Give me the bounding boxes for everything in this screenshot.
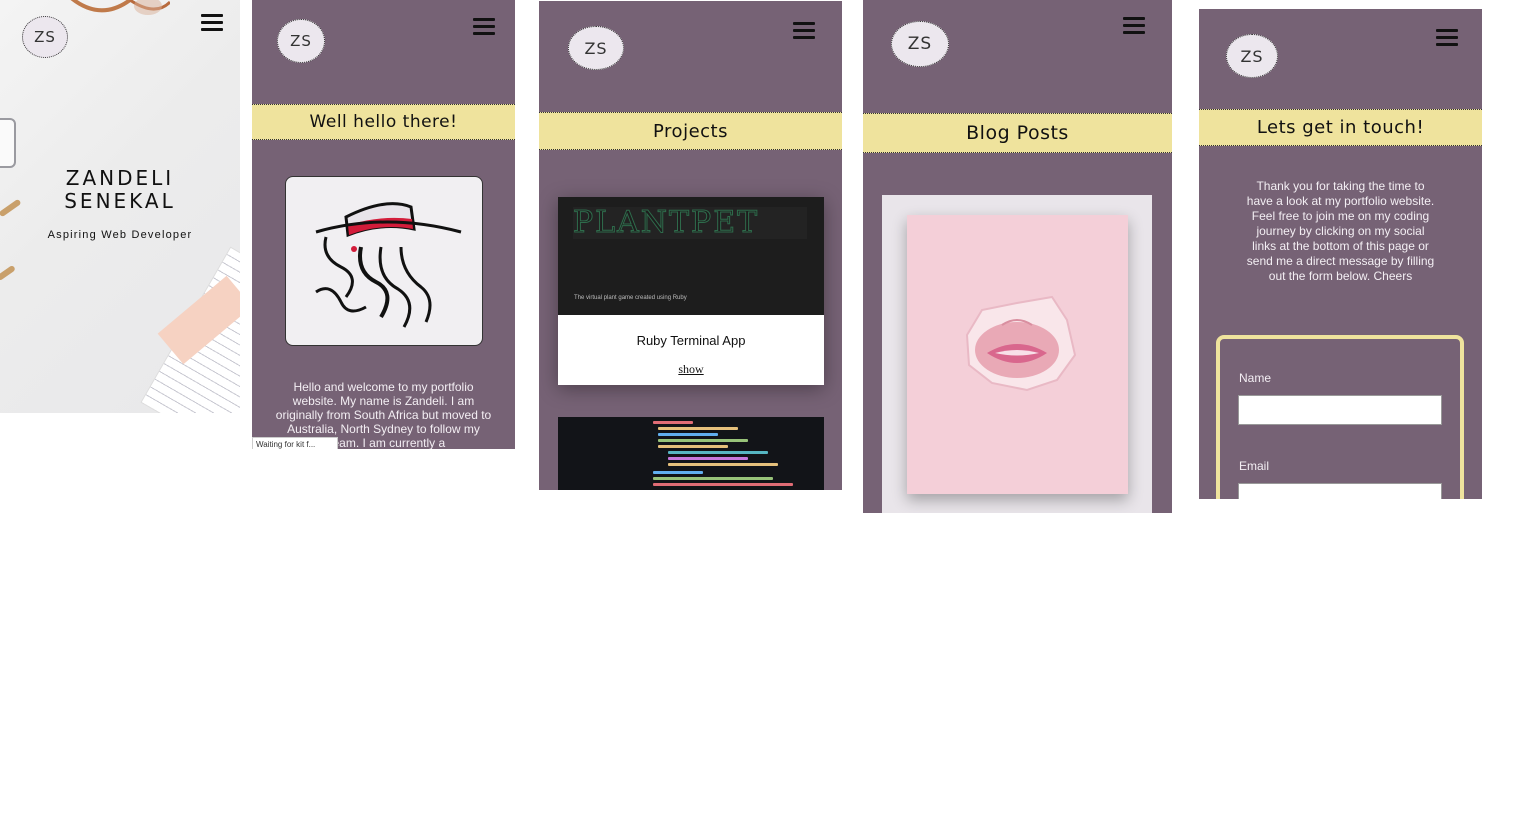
project-title: Ruby Terminal App <box>636 333 746 348</box>
logo-text: ZS <box>584 38 608 58</box>
about-screen: ZS Well hello there! Hello and welcome t… <box>252 0 515 449</box>
contact-intro-text: Thank you for taking the time to have a … <box>1246 179 1435 283</box>
home-screen: ZS ZANDELI SENEKAL Aspiring Web Develope… <box>0 0 240 413</box>
name-field[interactable] <box>1238 395 1442 425</box>
section-banner: Blog Posts <box>863 113 1172 153</box>
banner-text: Blog Posts <box>966 122 1069 144</box>
hero-first-name: ZANDELI <box>65 166 175 190</box>
project-card: PLANTPET The virtual plant game created … <box>558 197 824 385</box>
hamburger-icon[interactable] <box>1436 29 1458 47</box>
logo[interactable]: ZS <box>891 21 949 67</box>
hero-subtitle: Aspiring Web Developer <box>47 229 193 241</box>
logo[interactable]: ZS <box>568 26 624 70</box>
email-field[interactable] <box>1238 483 1442 499</box>
hamburger-icon[interactable] <box>1123 17 1145 35</box>
project-image: PLANTPET The virtual plant game created … <box>558 197 824 315</box>
projects-screen: ZS Projects PLANTPET The virtual plant g… <box>539 1 842 490</box>
hero-last-name: SENEKAL <box>64 189 176 213</box>
phone-image <box>0 118 16 168</box>
blog-screen: ZS Blog Posts <box>863 0 1172 513</box>
blog-post-card[interactable] <box>882 195 1152 513</box>
contact-form: Name Email <box>1216 335 1464 499</box>
name-label: Name <box>1239 371 1272 385</box>
logo[interactable]: ZS <box>1226 34 1278 78</box>
hamburger-icon[interactable] <box>473 18 495 36</box>
section-banner: Projects <box>539 112 842 150</box>
section-banner: Lets get in touch! <box>1199 109 1482 146</box>
project-image-caption: The virtual plant game created using Rub… <box>574 295 687 301</box>
email-label: Email <box>1239 459 1270 473</box>
banner-text: Lets get in touch! <box>1256 117 1425 138</box>
section-banner: Well hello there! <box>252 104 515 140</box>
hamburger-icon[interactable] <box>793 22 815 40</box>
banner-text: Well hello there! <box>309 112 458 132</box>
logo[interactable]: ZS <box>277 19 325 63</box>
banner-text: Projects <box>653 120 728 142</box>
logo-text: ZS <box>1240 46 1264 66</box>
logo-text: ZS <box>907 34 933 54</box>
project-show-link[interactable]: show <box>558 362 824 385</box>
project-image-title: PLANTPET <box>573 206 807 239</box>
contact-screen: ZS Lets get in touch! Thank you for taki… <box>1199 9 1482 499</box>
hamburger-icon[interactable] <box>201 14 223 32</box>
profile-illustration <box>285 176 483 346</box>
blog-post-image <box>907 215 1128 494</box>
logo[interactable]: ZS <box>22 16 68 58</box>
logo-text: ZS <box>34 28 56 46</box>
code-screenshot-image <box>558 417 824 490</box>
glasses-image <box>70 0 170 15</box>
pen-image <box>0 264 16 282</box>
status-bar: Waiting for kit f... <box>252 437 338 449</box>
logo-text: ZS <box>290 32 312 50</box>
